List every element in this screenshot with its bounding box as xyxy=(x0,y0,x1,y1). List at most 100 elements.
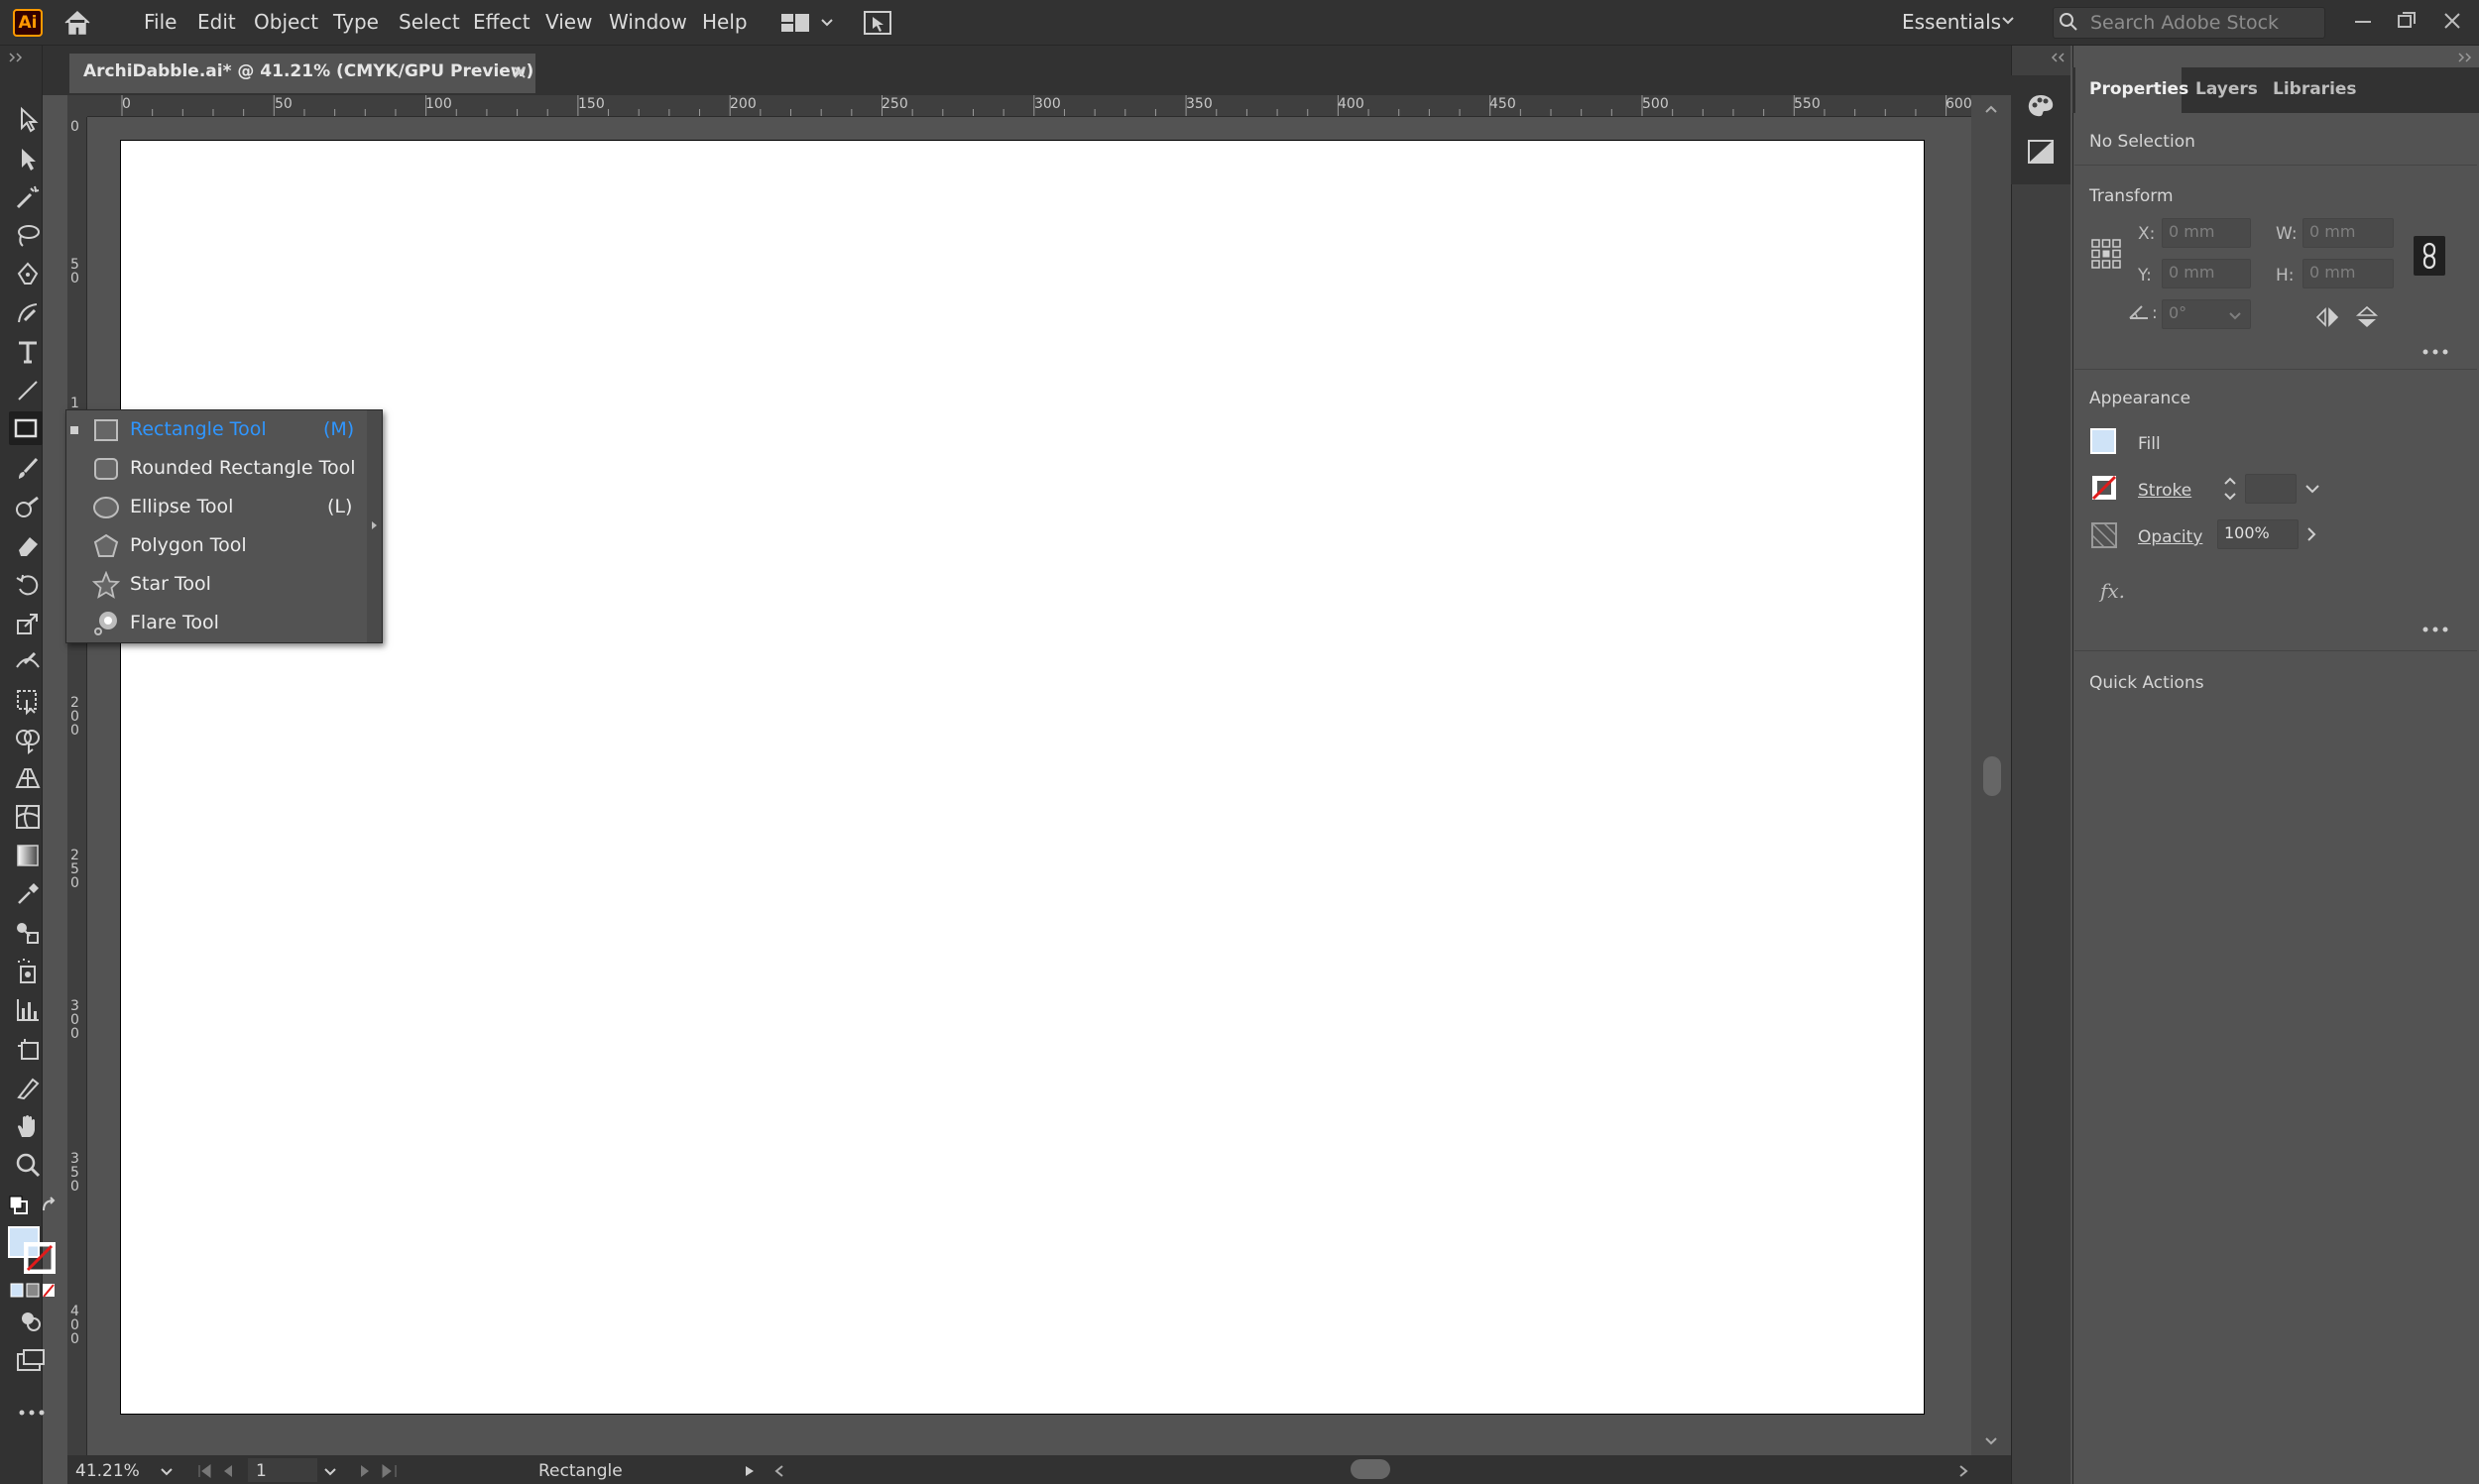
restore-icon[interactable] xyxy=(2390,6,2423,36)
opacity-chevron-right-icon[interactable] xyxy=(2302,525,2320,543)
rotate-chevron-down-icon[interactable] xyxy=(2227,309,2243,323)
shape-builder-tool[interactable] xyxy=(13,725,43,754)
flip-horizontal-icon[interactable] xyxy=(2314,305,2340,329)
appearance-fill-swatch[interactable] xyxy=(2090,428,2116,454)
stroke-weight-stepper-icon[interactable] xyxy=(2221,474,2239,504)
rotate-tool[interactable] xyxy=(13,570,43,600)
scroll-down-icon[interactable] xyxy=(1983,1435,1999,1447)
workspace-switcher[interactable]: Essentials xyxy=(1902,10,2001,34)
perspective-grid-tool[interactable] xyxy=(13,763,43,793)
scroll-right-icon[interactable] xyxy=(1957,1464,1969,1478)
stroke-weight-chevron-down-icon[interactable] xyxy=(2301,480,2324,498)
collapse-dock-icon[interactable] xyxy=(2049,52,2068,63)
menu-view[interactable]: View xyxy=(545,10,592,34)
color-palette-icon[interactable] xyxy=(2025,91,2057,121)
ruler-origin[interactable] xyxy=(67,95,87,117)
stroke-label[interactable]: Stroke xyxy=(2138,481,2191,501)
horizontal-ruler[interactable]: 0 50 100 150 200 250 300 350 400 450 500… xyxy=(87,95,1971,117)
menu-select[interactable]: Select xyxy=(399,10,460,34)
selection-tool[interactable] xyxy=(13,104,43,134)
zoom-level-field[interactable]: 41.21% xyxy=(75,1461,140,1481)
gpu-performance-icon[interactable] xyxy=(863,9,892,37)
slice-tool[interactable] xyxy=(13,1073,43,1102)
chevron-down-icon[interactable] xyxy=(2001,14,2015,28)
opacity-field[interactable]: 100% xyxy=(2217,519,2299,549)
opacity-label[interactable]: Opacity xyxy=(2138,527,2202,547)
scroll-up-icon[interactable] xyxy=(1983,103,1999,115)
default-fill-stroke-icon[interactable] xyxy=(8,1195,30,1216)
search-input[interactable] xyxy=(2090,10,2313,36)
width-tool[interactable] xyxy=(13,647,43,677)
tab-libraries[interactable]: Libraries xyxy=(2273,79,2357,99)
image-trace-icon[interactable] xyxy=(2025,137,2057,167)
reference-point-icon[interactable] xyxy=(2090,238,2122,270)
tab-properties-label[interactable]: Properties xyxy=(2089,79,2188,99)
hand-tool[interactable] xyxy=(13,1111,43,1141)
stroke-swatch-none[interactable] xyxy=(24,1242,56,1274)
artboard[interactable] xyxy=(120,140,1925,1415)
tab-layers[interactable]: Layers xyxy=(2195,79,2258,99)
vertical-ruler[interactable]: 0 5 0 1 2 0 0 2 5 0 3 0 0 3 5 0 4 0 0 xyxy=(67,117,87,1455)
rectangle-tool[interactable] xyxy=(9,411,43,445)
artboard-chevron-down-icon[interactable] xyxy=(322,1465,338,1479)
mesh-tool[interactable] xyxy=(13,802,43,832)
direct-selection-tool[interactable] xyxy=(13,144,43,173)
tearoff-arrow-icon[interactable] xyxy=(371,519,379,531)
horizontal-scroll-thumb[interactable] xyxy=(1351,1459,1390,1479)
magic-wand-tool[interactable] xyxy=(13,182,43,212)
home-icon[interactable] xyxy=(61,9,93,37)
width-field[interactable]: 0 mm xyxy=(2302,218,2394,248)
edit-toolbar-more-icon[interactable] xyxy=(18,1408,46,1418)
height-field[interactable]: 0 mm xyxy=(2302,259,2394,288)
eraser-tool[interactable] xyxy=(13,531,43,561)
pen-tool[interactable] xyxy=(13,260,43,289)
x-field[interactable]: 0 mm xyxy=(2162,218,2251,248)
menu-help[interactable]: Help xyxy=(702,10,748,34)
scroll-left-icon[interactable] xyxy=(773,1464,785,1478)
blend-tool[interactable] xyxy=(13,918,43,948)
color-gradient-none-icon[interactable] xyxy=(10,1283,56,1299)
fx-effects-button[interactable]: fx. xyxy=(2100,579,2125,603)
menu-file[interactable]: File xyxy=(144,10,177,34)
minimize-icon[interactable] xyxy=(2346,6,2380,36)
swap-fill-stroke-icon[interactable] xyxy=(40,1195,61,1216)
menu-window[interactable]: Window xyxy=(609,10,687,34)
line-segment-tool[interactable] xyxy=(13,376,43,405)
y-field[interactable]: 0 mm xyxy=(2162,259,2251,288)
stroke-weight-field[interactable] xyxy=(2245,474,2297,504)
zoom-tool[interactable] xyxy=(13,1150,43,1180)
draw-mode-icon[interactable] xyxy=(18,1309,44,1334)
free-transform-tool[interactable] xyxy=(13,686,43,716)
shaper-tool[interactable] xyxy=(13,493,43,522)
close-tab-icon[interactable] xyxy=(511,63,529,81)
appearance-stroke-swatch[interactable] xyxy=(2090,474,2118,502)
flip-vertical-icon[interactable] xyxy=(2354,305,2380,329)
first-previous-artboard-icons[interactable] xyxy=(196,1463,240,1479)
menu-edit[interactable]: Edit xyxy=(197,10,236,34)
curvature-tool[interactable] xyxy=(13,298,43,328)
paintbrush-tool[interactable] xyxy=(13,454,43,484)
menu-type[interactable]: Type xyxy=(333,10,379,34)
search-icon[interactable] xyxy=(2059,12,2080,34)
screen-mode-icon[interactable] xyxy=(16,1348,46,1374)
scale-tool[interactable] xyxy=(13,609,43,638)
collapse-panel-icon[interactable] xyxy=(2455,52,2475,63)
close-window-icon[interactable] xyxy=(2435,6,2469,36)
lasso-tool[interactable] xyxy=(13,221,43,251)
next-last-artboard-icons[interactable] xyxy=(355,1463,399,1479)
expand-panel-icon[interactable] xyxy=(8,52,28,63)
gradient-tool[interactable] xyxy=(13,841,43,870)
symbol-sprayer-tool[interactable] xyxy=(13,957,43,986)
menu-effect[interactable]: Effect xyxy=(473,10,531,34)
menu-object[interactable]: Object xyxy=(254,10,318,34)
status-menu-arrow-icon[interactable] xyxy=(744,1464,756,1478)
column-graph-tool[interactable] xyxy=(13,995,43,1025)
transform-more-options-icon[interactable] xyxy=(2421,347,2449,357)
type-tool[interactable] xyxy=(13,337,43,367)
status-current-tool[interactable]: Rectangle xyxy=(538,1461,623,1481)
zoom-chevron-down-icon[interactable] xyxy=(159,1465,175,1479)
eyedropper-tool[interactable] xyxy=(13,879,43,909)
artboard-tool[interactable] xyxy=(13,1034,43,1064)
vertical-scroll-thumb[interactable] xyxy=(1983,756,2001,796)
appearance-more-options-icon[interactable] xyxy=(2421,625,2449,634)
